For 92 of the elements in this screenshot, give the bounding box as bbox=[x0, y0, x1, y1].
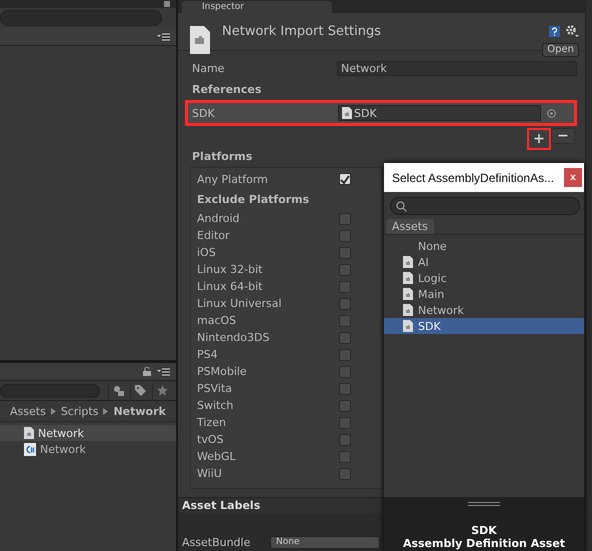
checkmark-icon bbox=[340, 174, 350, 184]
preview-type: Assembly Definition Asset bbox=[402, 537, 566, 550]
reference-label: SDK bbox=[192, 106, 216, 120]
checkbox[interactable] bbox=[339, 280, 351, 292]
asset-bundle-dropdown[interactable]: None bbox=[270, 536, 380, 549]
checkbox[interactable] bbox=[339, 298, 351, 310]
add-button[interactable]: + bbox=[527, 128, 551, 150]
platform-label: WebGL bbox=[197, 450, 236, 463]
platform-label: Tizen bbox=[197, 416, 226, 429]
asset-item[interactable]: SDK bbox=[384, 318, 584, 334]
scrollbar[interactable] bbox=[585, 0, 592, 551]
name-field[interactable]: Network bbox=[337, 60, 577, 76]
menu-icon[interactable] bbox=[157, 32, 170, 40]
csharp-file-icon bbox=[24, 442, 36, 456]
assets-tab[interactable]: Assets bbox=[386, 219, 434, 234]
platform-label: Editor bbox=[197, 229, 230, 242]
section-heading: Platforms bbox=[192, 150, 254, 163]
platform-label: WiiU bbox=[197, 467, 222, 480]
platform-label: Linux Universal bbox=[197, 297, 282, 310]
checkbox[interactable] bbox=[339, 468, 351, 480]
maximize-icon[interactable] bbox=[164, 1, 170, 7]
checkbox[interactable] bbox=[339, 314, 351, 326]
search-field[interactable] bbox=[390, 197, 580, 215]
asset-item[interactable]: None bbox=[384, 238, 584, 254]
object-picker-icon[interactable] bbox=[547, 108, 556, 118]
checkbox[interactable] bbox=[339, 264, 351, 276]
asset-file-icon bbox=[403, 320, 413, 332]
platform-label: tvOS bbox=[197, 433, 224, 446]
open-button[interactable]: Open bbox=[542, 43, 579, 57]
platform-label: Android bbox=[197, 212, 240, 225]
field-label: Name bbox=[192, 62, 226, 74]
file-row[interactable]: Network bbox=[0, 441, 176, 457]
asset-item[interactable]: Network bbox=[384, 302, 584, 318]
picker-title: Select AssemblyDefinitionAs... bbox=[392, 170, 554, 184]
platform-label: macOS bbox=[197, 314, 236, 327]
menu-icon[interactable] bbox=[157, 368, 170, 376]
checkbox[interactable] bbox=[339, 348, 351, 360]
preview-name: SDK bbox=[471, 524, 497, 537]
field-label: AssetBundle bbox=[182, 536, 252, 549]
checkbox[interactable] bbox=[339, 382, 351, 394]
breadcrumb-link[interactable]: Network bbox=[113, 405, 166, 418]
asset-file-icon bbox=[342, 107, 352, 119]
checkbox[interactable] bbox=[339, 450, 351, 462]
platform-label: Linux 64-bit bbox=[197, 280, 262, 293]
checkbox[interactable] bbox=[339, 332, 351, 344]
checkbox[interactable] bbox=[339, 246, 351, 258]
platform-label: iOS bbox=[197, 246, 216, 259]
asset-file-icon bbox=[403, 288, 413, 300]
platform-label: PSVita bbox=[197, 382, 232, 395]
inspector-title: Network Import Settings bbox=[222, 23, 382, 39]
settings-icon[interactable] bbox=[566, 25, 579, 37]
resize-grip[interactable] bbox=[468, 502, 500, 506]
lock-icon[interactable] bbox=[143, 367, 151, 376]
breadcrumb-link[interactable]: Scripts bbox=[60, 405, 98, 418]
breadcrumb-arrow-icon bbox=[103, 408, 108, 415]
section-heading: References bbox=[192, 83, 262, 96]
platform-label: PS4 bbox=[197, 348, 218, 361]
breadcrumb-link[interactable]: Assets bbox=[10, 405, 46, 418]
asset-file-icon bbox=[24, 427, 34, 439]
checkbox[interactable] bbox=[339, 400, 351, 412]
asset-item[interactable]: Main bbox=[384, 286, 584, 302]
asset-file-icon bbox=[403, 256, 413, 268]
checkbox[interactable] bbox=[339, 366, 351, 378]
checkbox[interactable] bbox=[339, 416, 351, 428]
asset-file-icon bbox=[403, 272, 413, 284]
close-button[interactable]: x bbox=[564, 168, 582, 187]
file-name: Network bbox=[40, 442, 86, 456]
search-icon bbox=[396, 200, 407, 212]
tag-icon bbox=[135, 385, 146, 396]
checkbox[interactable] bbox=[339, 212, 351, 224]
checkbox[interactable] bbox=[339, 434, 351, 446]
object-field[interactable]: SDK bbox=[338, 105, 541, 121]
help-icon[interactable] bbox=[549, 26, 560, 36]
platform-label: Nintendo3DS bbox=[197, 331, 270, 344]
file-row[interactable]: Network bbox=[0, 425, 176, 441]
asset-item[interactable]: Logic bbox=[384, 270, 584, 286]
asset-file-icon bbox=[403, 304, 413, 316]
shapes-icon bbox=[113, 386, 124, 396]
platform-label: Any Platform bbox=[197, 172, 268, 186]
star-icon bbox=[157, 385, 168, 396]
platform-label: Linux 32-bit bbox=[197, 263, 262, 276]
file-name: Network bbox=[38, 426, 84, 440]
platform-label: PSMobile bbox=[197, 365, 247, 378]
breadcrumb-arrow-icon bbox=[50, 408, 56, 415]
subsection-heading: Exclude Platforms bbox=[197, 192, 310, 206]
assembly-file-icon bbox=[190, 26, 210, 54]
platform-label: Switch bbox=[197, 399, 234, 412]
asset-item[interactable]: AI bbox=[384, 254, 584, 270]
inspector-tab[interactable]: Inspector bbox=[182, 1, 332, 13]
checkbox[interactable] bbox=[339, 173, 351, 185]
remove-button[interactable]: − bbox=[551, 128, 575, 144]
checkbox[interactable] bbox=[339, 230, 351, 242]
